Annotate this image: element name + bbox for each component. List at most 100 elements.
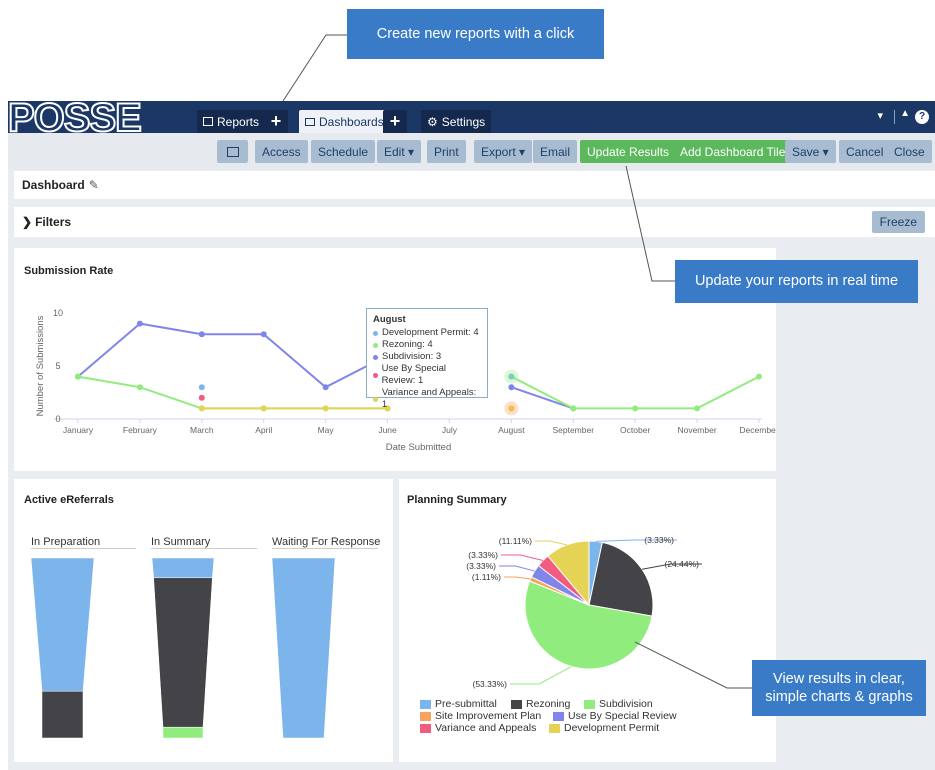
series-point (198, 384, 205, 391)
tooltip-row-label: Development Permit: 4 (382, 327, 479, 338)
tooltip-row-label: Variance and Appeals: 1 (381, 387, 477, 410)
tooltip-dot (373, 354, 378, 360)
x-tick-label: April (255, 425, 272, 435)
chevron-right-icon: ❯ (22, 215, 33, 229)
x-axis-title: Date Submitted (386, 442, 451, 453)
funnel-segment (30, 557, 95, 692)
legend-item[interactable]: Rezoning (511, 698, 570, 710)
access-button[interactable]: Access (255, 140, 308, 163)
export-menu-button[interactable]: Export ▾ (474, 140, 533, 163)
freeze-button[interactable]: Freeze (871, 211, 925, 233)
gear-icon: ⚙ (427, 114, 438, 129)
series-line (510, 375, 760, 410)
legend-item[interactable]: Subdivision (584, 698, 653, 710)
pie-connector (535, 540, 568, 546)
print-button[interactable]: Print (427, 140, 466, 163)
legend-label: Site Improvement Plan (435, 710, 542, 722)
series-line (77, 322, 389, 389)
funnel-segment (41, 690, 84, 739)
tab-reports[interactable]: Reports (197, 110, 266, 133)
legend-swatch (553, 711, 564, 721)
y-tick-label: 10 (53, 308, 63, 318)
filters-bar[interactable]: ❯ Filters (14, 207, 935, 237)
legend-swatch (584, 699, 595, 709)
series-point (136, 320, 143, 327)
pie-legend: Pre-submittal Rezoning Subdivision Site … (420, 698, 760, 738)
series-point (756, 373, 762, 380)
series-point (260, 331, 267, 338)
email-button[interactable]: Email (533, 140, 578, 163)
dashboard-title: Dashboard (22, 178, 85, 192)
series-point (198, 405, 205, 412)
tooltip-title: August (373, 314, 406, 325)
tooltip-dot (373, 342, 378, 348)
legend-label: Pre-submittal (435, 698, 497, 710)
pie-data-label: (3.33%) (466, 561, 496, 571)
screenshot-root: Create new reports with a click POSSE Re… (0, 0, 935, 770)
report-list-icon (203, 117, 213, 126)
callout-update-reports: Update your reports in real time (675, 260, 918, 303)
update-results-button[interactable]: Update Results (580, 140, 677, 163)
hover-halo (504, 401, 519, 416)
presentation-icon (226, 146, 239, 157)
ereferrals-chart (30, 557, 336, 739)
legend-item[interactable]: Use By Special Review (553, 710, 677, 722)
x-tick-label: February (123, 425, 158, 435)
schedule-button[interactable]: Schedule (311, 140, 376, 163)
callout-update-text: Update your reports in real time (694, 273, 899, 290)
pie-connector (510, 666, 572, 685)
series-point (136, 384, 143, 391)
x-tick-label: July (442, 425, 458, 435)
series-point (508, 384, 515, 391)
tooltip-dot (373, 330, 378, 336)
new-report-button[interactable]: + (264, 110, 288, 133)
new-dashboard-button[interactable]: + (383, 110, 407, 133)
legend-swatch (420, 711, 431, 721)
legend-label: Variance and Appeals (435, 722, 537, 734)
legend-swatch (549, 723, 560, 733)
pie-connector (501, 554, 544, 562)
posse-logo: POSSE (7, 96, 143, 140)
pie-connector (504, 576, 531, 580)
callout-view-results: View results in clear, simple charts & g… (752, 660, 926, 716)
x-tick-label: May (318, 425, 335, 435)
series-line (511, 386, 574, 410)
tooltip-row: Variance and Appeals: 1 (373, 387, 481, 411)
tooltip-row-label: Rezoning: 4 (382, 339, 433, 350)
y-tick-label: 5 (55, 361, 60, 371)
legend-item[interactable]: Development Permit (549, 722, 659, 734)
pie-data-label: (3.33%) (644, 535, 674, 545)
close-button[interactable]: Close (887, 140, 932, 163)
present-button[interactable] (217, 140, 248, 163)
save-menu-button[interactable]: Save ▾ (785, 140, 836, 163)
toolbar: Access Schedule Edit ▾ Print Export ▾ Em… (8, 133, 935, 170)
legend-swatch (420, 699, 431, 709)
tooltip-dot (373, 372, 378, 378)
cancel-button[interactable]: Cancel (839, 140, 891, 163)
legend-item[interactable]: Variance and Appeals (420, 722, 536, 734)
tab-settings[interactable]: ⚙ Settings (421, 110, 492, 133)
funnel-segment (153, 577, 213, 728)
pie-data-label: (24.44%) (665, 559, 700, 569)
legend-label: Development Permit (564, 722, 660, 734)
nav-divider (894, 110, 895, 124)
user-dropdown-caret[interactable]: ▾ (877, 109, 883, 122)
add-dashboard-tile-button[interactable]: Add Dashboard Tile (673, 140, 793, 163)
bell-icon[interactable]: ▲ (900, 108, 910, 119)
legend-label: Rezoning (526, 698, 571, 710)
legend-label: Subdivision (599, 698, 653, 710)
tab-dashboards[interactable]: Dashboards (299, 110, 390, 133)
pie-data-label: (3.33%) (468, 550, 498, 560)
x-tick-label: September (552, 425, 594, 435)
legend-item[interactable]: Pre-submittal (420, 698, 497, 710)
legend-item[interactable]: Site Improvement Plan (420, 710, 541, 722)
tooltip-row-label: Use By Special Review: 1 (381, 363, 446, 386)
tab-dashboards-label: Dashboards (319, 114, 384, 129)
y-axis-title: Number of Submissions (35, 315, 46, 416)
help-icon[interactable]: ? (915, 110, 929, 124)
edit-menu-button[interactable]: Edit ▾ (377, 140, 422, 163)
series-point (75, 373, 81, 380)
pencil-icon[interactable]: ✎ (89, 178, 99, 192)
series-point (198, 394, 205, 401)
tab-reports-label: Reports (217, 114, 260, 129)
